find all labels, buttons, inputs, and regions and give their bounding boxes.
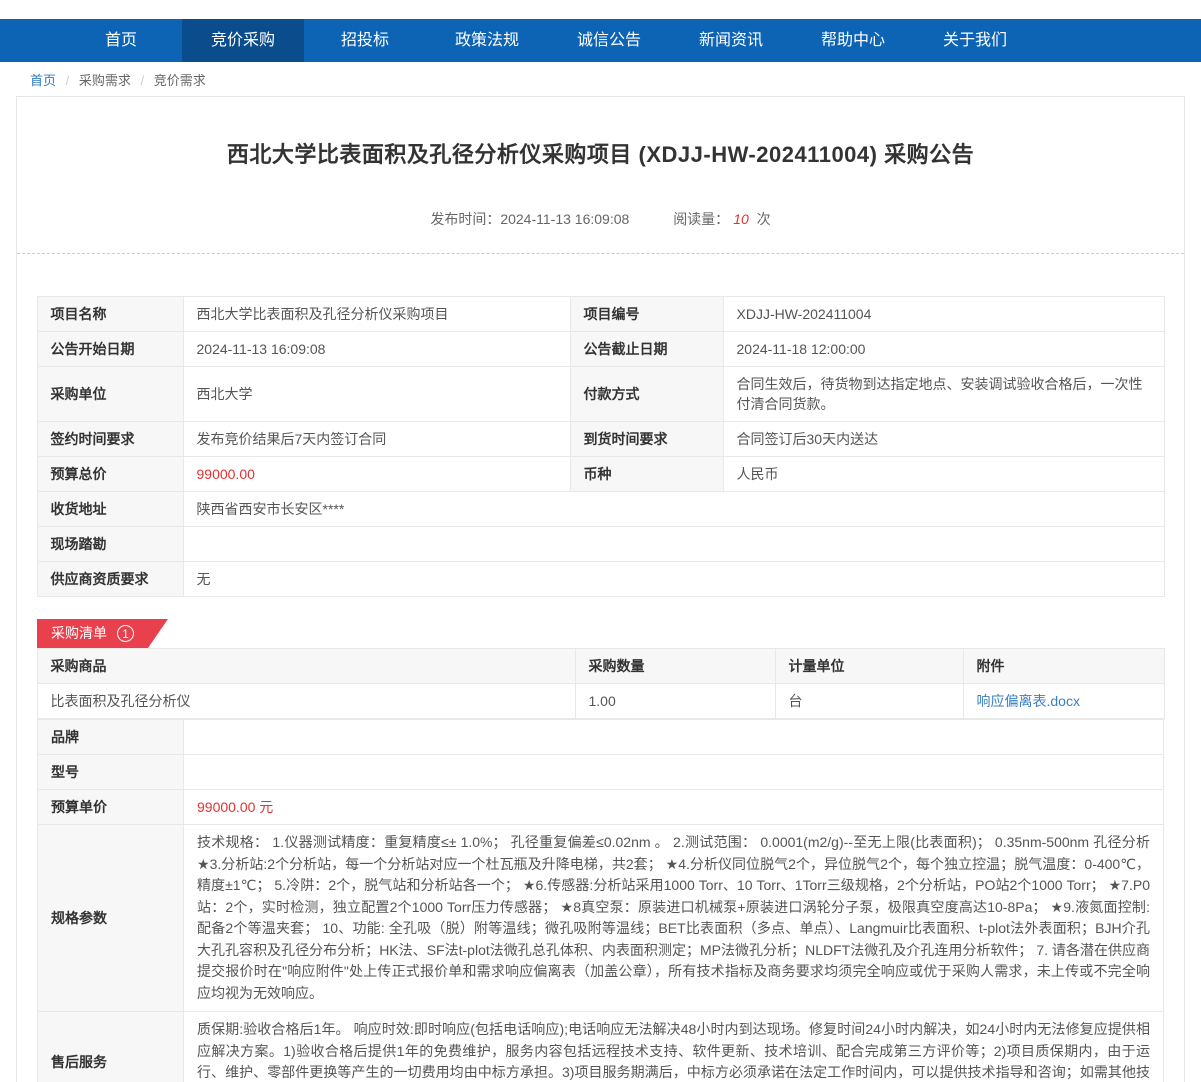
breadcrumb-home[interactable]: 首页: [30, 73, 56, 88]
currency-value: 人民币: [723, 457, 1164, 492]
sign-time-label: 签约时间要求: [37, 422, 183, 457]
table-row: 项目名称 西北大学比表面积及孔径分析仪采购项目 项目编号 XDJJ-HW-202…: [37, 297, 1164, 332]
table-row: 签约时间要求 发布竞价结果后7天内签订合同 到货时间要求 合同签订后30天内送达: [37, 422, 1164, 457]
table-header-row: 采购商品 采购数量 计量单位 附件: [37, 649, 1164, 684]
quantity-value: 1.00: [575, 684, 775, 719]
delivery-time-value: 合同签订后30天内送达: [723, 422, 1164, 457]
nav-item-help-center[interactable]: 帮助中心: [792, 19, 914, 62]
breadcrumb-separator: /: [141, 73, 145, 88]
breadcrumb: 首页 / 采购需求 / 竞价需求: [0, 62, 1201, 96]
header-attachment: 附件: [963, 649, 1164, 684]
purchase-list-table: 采购商品 采购数量 计量单位 附件 比表面积及孔径分析仪 1.00 台 响应偏离…: [37, 648, 1165, 719]
nav-item-tender[interactable]: 招投标: [304, 19, 426, 62]
purchase-detail-table: 品牌 型号 预算单价 99000.00 元 规格参数 技术规格： 1.仪器测试精…: [37, 719, 1164, 1082]
end-date-label: 公告截止日期: [570, 332, 723, 367]
table-row: 比表面积及孔径分析仪 1.00 台 响应偏离表.docx: [37, 684, 1164, 719]
project-info-table: 项目名称 西北大学比表面积及孔径分析仪采购项目 项目编号 XDJJ-HW-202…: [37, 296, 1165, 597]
currency-label: 币种: [570, 457, 723, 492]
project-no-value: XDJJ-HW-202411004: [723, 297, 1164, 332]
breadcrumb-bidding-demand[interactable]: 竞价需求: [154, 73, 206, 88]
spec-value: 技术规格： 1.仪器测试精度：重复精度≤± 1.0%； 孔径重复偏差≤0.02n…: [184, 825, 1164, 1012]
article-meta: 发布时间：2024-11-13 16:09:08 阅读量：10 次: [17, 209, 1184, 229]
sign-time-value: 发布竞价结果后7天内签订合同: [183, 422, 570, 457]
start-date-label: 公告开始日期: [37, 332, 183, 367]
project-no-label: 项目编号: [570, 297, 723, 332]
header-quantity: 采购数量: [575, 649, 775, 684]
table-row: 采购单位 西北大学 付款方式 合同生效后，待货物到达指定地点、安装调试验收合格后…: [37, 367, 1164, 422]
purchaser-value: 西北大学: [183, 367, 570, 422]
table-row: 收货地址 陕西省西安市长安区****: [37, 492, 1164, 527]
table-row: 品牌: [38, 720, 1164, 755]
header-product: 采购商品: [37, 649, 575, 684]
nav-item-home[interactable]: 首页: [60, 19, 182, 62]
nav-item-policy[interactable]: 政策法规: [426, 19, 548, 62]
unit-value: 台: [775, 684, 963, 719]
views-label: 阅读量：: [673, 211, 729, 227]
attachment-link[interactable]: 响应偏离表.docx: [977, 693, 1080, 709]
table-row: 型号: [38, 755, 1164, 790]
project-name-value: 西北大学比表面积及孔径分析仪采购项目: [183, 297, 570, 332]
nav-item-about-us[interactable]: 关于我们: [914, 19, 1036, 62]
spec-label: 规格参数: [38, 825, 184, 1012]
purchase-list-badge-label: 采购清单: [51, 619, 107, 648]
service-label: 售后服务: [38, 1012, 184, 1082]
qualification-label: 供应商资质要求: [37, 562, 183, 597]
project-name-label: 项目名称: [37, 297, 183, 332]
main-nav: 首页 竞价采购 招投标 政策法规 诚信公告 新闻资讯 帮助中心 关于我们: [0, 19, 1201, 62]
start-date-value: 2024-11-13 16:09:08: [183, 332, 570, 367]
purchase-list-count-badge: 1: [117, 625, 134, 642]
payment-label: 付款方式: [570, 367, 723, 422]
publish-time-value: 2024-11-13 16:09:08: [500, 211, 629, 227]
payment-value: 合同生效后，待货物到达指定地点、安装调试验收合格后，一次性付清合同货款。: [723, 367, 1164, 422]
product-value: 比表面积及孔径分析仪: [37, 684, 575, 719]
views-count: 10: [733, 211, 749, 227]
unit-price-value: 99000.00 元: [184, 790, 1164, 825]
purchaser-label: 采购单位: [37, 367, 183, 422]
nav-item-news[interactable]: 新闻资讯: [670, 19, 792, 62]
budget-total-value: 99000.00: [183, 457, 570, 492]
breadcrumb-purchase-demand[interactable]: 采购需求: [79, 73, 131, 88]
end-date-value: 2024-11-18 12:00:00: [723, 332, 1164, 367]
table-row: 供应商资质要求 无: [37, 562, 1164, 597]
address-label: 收货地址: [37, 492, 183, 527]
purchase-list-badge-wrap: 采购清单 1: [37, 619, 1164, 648]
page-title: 西北大学比表面积及孔径分析仪采购项目 (XDJJ-HW-202411004) 采…: [17, 97, 1184, 169]
model-value: [184, 755, 1164, 790]
brand-value: [184, 720, 1164, 755]
breadcrumb-separator: /: [66, 73, 70, 88]
table-row: 预算单价 99000.00 元: [38, 790, 1164, 825]
service-value: 质保期:验收合格后1年。 响应时效:即时响应(包括电话响应);电话响应无法解决4…: [184, 1012, 1164, 1082]
brand-label: 品牌: [38, 720, 184, 755]
purchase-list-badge: 采购清单 1: [37, 619, 168, 648]
table-row: 现场踏勘: [37, 527, 1164, 562]
unit-price-label: 预算单价: [38, 790, 184, 825]
nav-item-integrity-notice[interactable]: 诚信公告: [548, 19, 670, 62]
table-row: 预算总价 99000.00 币种 人民币: [37, 457, 1164, 492]
delivery-time-label: 到货时间要求: [570, 422, 723, 457]
publish-time-label: 发布时间：: [430, 211, 500, 227]
table-row: 规格参数 技术规格： 1.仪器测试精度：重复精度≤± 1.0%； 孔径重复偏差≤…: [38, 825, 1164, 1012]
top-white-strip: [0, 0, 1201, 19]
budget-total-label: 预算总价: [37, 457, 183, 492]
address-value: 陕西省西安市长安区****: [183, 492, 1164, 527]
table-row: 售后服务 质保期:验收合格后1年。 响应时效:即时响应(包括电话响应);电话响应…: [38, 1012, 1164, 1082]
site-visit-label: 现场踏勘: [37, 527, 183, 562]
header-unit: 计量单位: [775, 649, 963, 684]
model-label: 型号: [38, 755, 184, 790]
qualification-value: 无: [183, 562, 1164, 597]
site-visit-value: [183, 527, 1164, 562]
table-row: 公告开始日期 2024-11-13 16:09:08 公告截止日期 2024-1…: [37, 332, 1164, 367]
announcement-card: 西北大学比表面积及孔径分析仪采购项目 (XDJJ-HW-202411004) 采…: [16, 96, 1185, 1082]
views-unit: 次: [757, 211, 771, 227]
nav-item-bidding-purchase[interactable]: 竞价采购: [182, 19, 304, 62]
dashed-divider: [17, 253, 1184, 254]
